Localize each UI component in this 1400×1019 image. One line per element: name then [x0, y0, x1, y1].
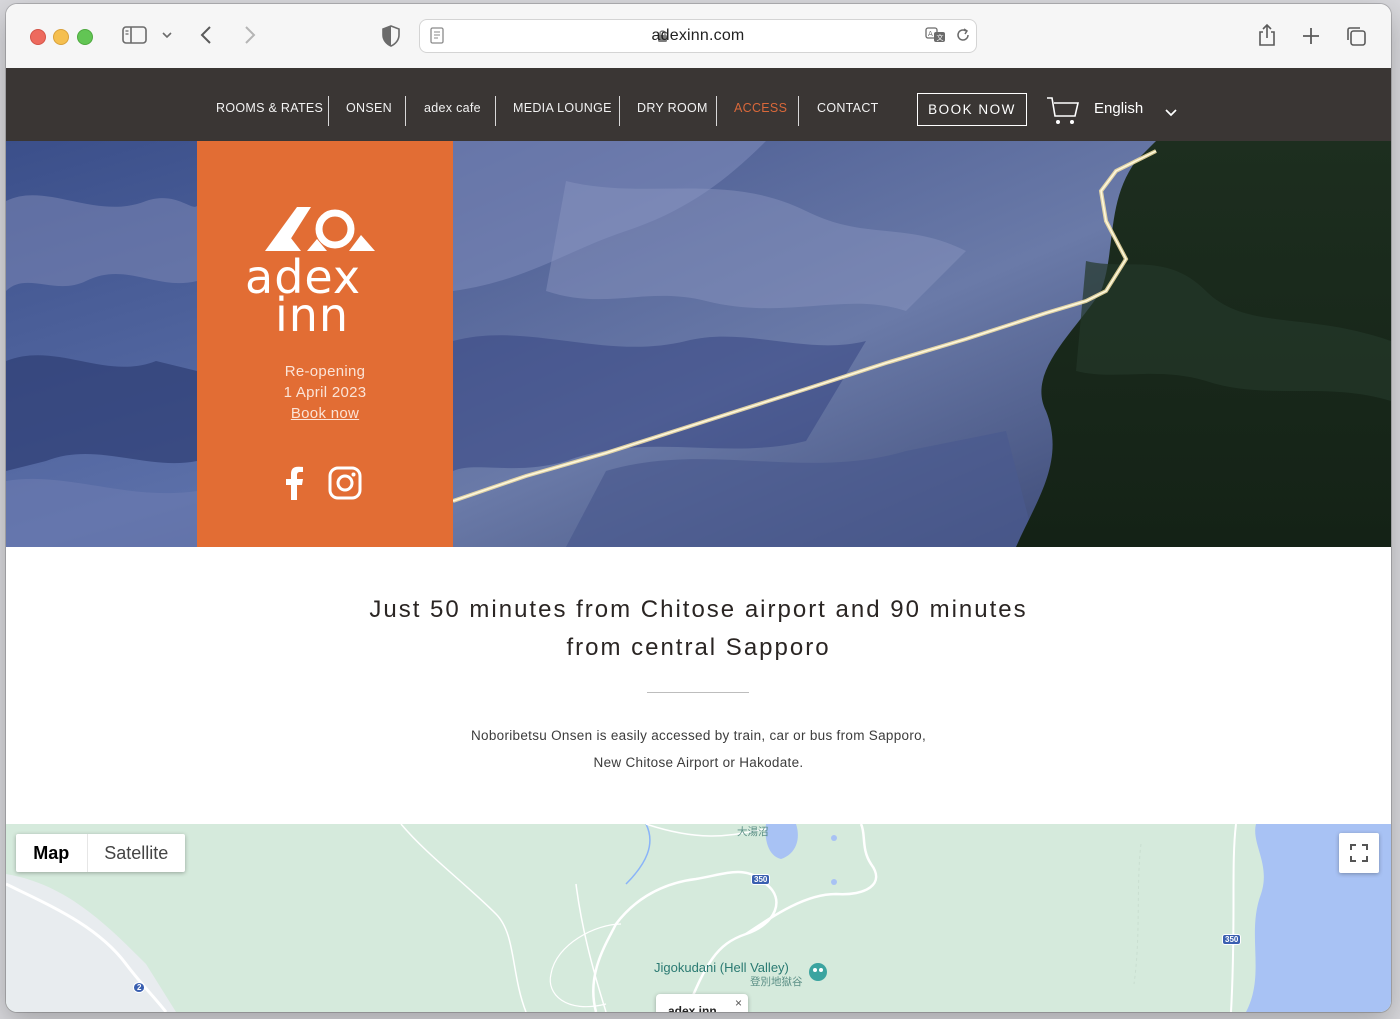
- hero-banner: adex inn Re-opening 1 April 2023 Book no…: [6, 141, 1391, 547]
- back-arrow-icon[interactable]: [199, 25, 213, 45]
- book-now-button[interactable]: BOOK NOW: [917, 93, 1027, 126]
- section-divider: [647, 692, 749, 693]
- chevron-down-icon[interactable]: [1164, 104, 1178, 122]
- translate-icon[interactable]: A文: [925, 27, 947, 43]
- nav-separator: [495, 96, 496, 126]
- route-shield-350: 350: [1222, 934, 1242, 945]
- svg-text:A: A: [928, 30, 933, 38]
- map-info-window[interactable]: adex inn ×: [656, 994, 748, 1012]
- map-info-title: adex inn: [668, 1004, 717, 1012]
- access-headline-line1: Just 50 minutes from Chitose airport and…: [369, 596, 1028, 623]
- nav-separator: [405, 96, 406, 126]
- zoom-window-button[interactable]: [77, 29, 93, 45]
- site-navigation: ROOMS & RATES ONSEN adex cafe MEDIA LOUN…: [6, 68, 1391, 141]
- reopening-date: 1 April 2023: [283, 384, 367, 401]
- address-bar[interactable]: adexinn.com A文: [419, 19, 977, 53]
- minimize-window-button[interactable]: [53, 29, 69, 45]
- nav-item-access[interactable]: ACCESS: [734, 101, 787, 115]
- map-place-label[interactable]: Jigokudani (Hell Valley): [654, 960, 789, 975]
- cart-icon[interactable]: [1046, 96, 1080, 131]
- instagram-icon[interactable]: [328, 466, 362, 505]
- close-icon[interactable]: ×: [735, 996, 742, 1010]
- google-map[interactable]: Map Satellite Jigokudani (Hell Valley) 登…: [6, 824, 1391, 1012]
- nav-item-media-lounge[interactable]: MEDIA LOUNGE: [513, 101, 612, 115]
- nav-item-onsen[interactable]: ONSEN: [346, 101, 392, 115]
- svg-text:文: 文: [937, 33, 944, 42]
- map-type-satellite-button[interactable]: Satellite: [88, 834, 185, 872]
- browser-toolbar: adexinn.com A文: [6, 4, 1391, 69]
- browser-window: adexinn.com A文 ROOMS & RATES ONSEN adex …: [6, 4, 1391, 1012]
- nav-separator: [716, 96, 717, 126]
- map-type-control: Map Satellite: [16, 834, 185, 872]
- adex-inn-logo: adex inn: [245, 207, 375, 337]
- share-icon[interactable]: [1257, 23, 1277, 47]
- map-place-label-jp: 登別地獄谷: [750, 976, 803, 988]
- svg-text:inn: inn: [275, 288, 349, 337]
- language-selector[interactable]: English: [1094, 100, 1143, 117]
- map-type-map-button[interactable]: Map: [16, 834, 88, 872]
- sidebar-toggle-icon[interactable]: [122, 25, 148, 45]
- chevron-down-icon[interactable]: [161, 31, 173, 39]
- nav-separator: [798, 96, 799, 126]
- fullscreen-icon[interactable]: [1339, 833, 1379, 873]
- brand-panel: adex inn Re-opening 1 April 2023 Book no…: [197, 141, 453, 547]
- close-window-button[interactable]: [30, 29, 46, 45]
- book-now-link[interactable]: Book now: [197, 405, 453, 422]
- shield-icon[interactable]: [381, 25, 401, 47]
- nav-item-dry-room[interactable]: DRY ROOM: [637, 101, 708, 115]
- tab-overview-icon[interactable]: [1345, 25, 1367, 47]
- map-canvas[interactable]: [6, 824, 1391, 1012]
- url-text: adexinn.com: [651, 27, 745, 44]
- forward-arrow-icon[interactable]: [243, 25, 257, 45]
- map-lake-label-jp: 大湯沼: [737, 826, 769, 838]
- access-description-line1: Noboribetsu Onsen is easily accessed by …: [470, 728, 926, 743]
- nav-item-contact[interactable]: CONTACT: [817, 101, 879, 115]
- new-tab-plus-icon[interactable]: [1301, 26, 1321, 46]
- access-description-line2: New Chitose Airport or Hakodate.: [593, 755, 804, 770]
- nav-separator: [328, 96, 329, 126]
- reload-icon[interactable]: [955, 27, 971, 43]
- nav-item-adex-cafe[interactable]: adex cafe: [424, 101, 481, 115]
- reopening-text: Re-opening: [284, 363, 366, 380]
- route-shield-350: 350: [751, 874, 771, 885]
- nav-separator: [619, 96, 620, 126]
- access-headline-line2: from central Sapporo: [566, 634, 831, 661]
- facebook-icon[interactable]: [283, 466, 305, 505]
- nav-item-rooms-rates[interactable]: ROOMS & RATES: [216, 101, 323, 115]
